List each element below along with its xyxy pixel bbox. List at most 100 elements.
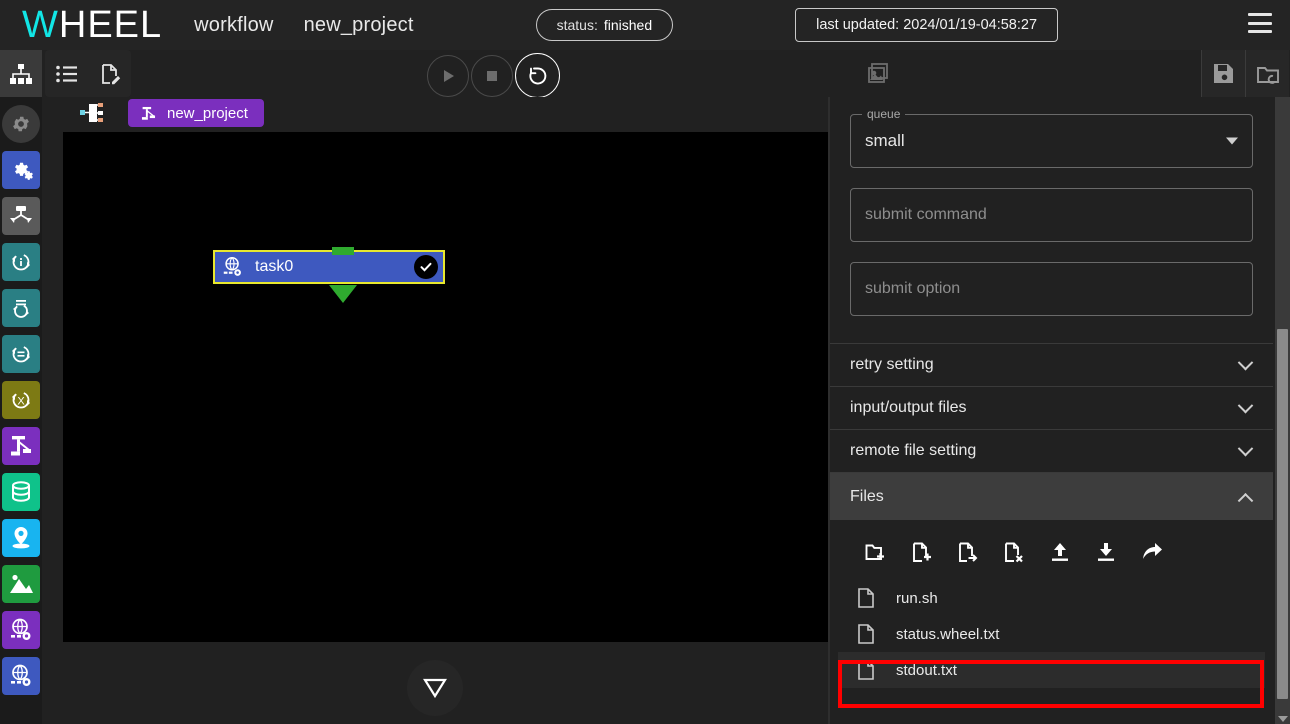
workflow-canvas[interactable]: task0 <box>63 132 828 642</box>
last-updated-box: last updated: 2024/01/19-04:58:27 <box>795 8 1059 42</box>
file-list-item[interactable]: run.sh <box>830 580 1273 616</box>
page-title: workflow <box>194 13 274 36</box>
breadcrumb: new_project <box>42 97 828 129</box>
stop-button[interactable] <box>471 54 513 97</box>
hamburger-menu-icon[interactable] <box>1248 13 1272 33</box>
status-label: status: <box>556 17 598 33</box>
sidebar-item-workflow-graph[interactable] <box>2 427 40 465</box>
secondary-toolbar <box>42 50 1290 98</box>
upload-icon[interactable] <box>1040 532 1080 572</box>
new-file-icon[interactable] <box>902 532 942 572</box>
field-spacer-1 <box>830 168 1273 188</box>
sidebar-item-location-pin[interactable] <box>2 519 40 557</box>
hierarchy-tree-icon[interactable] <box>0 50 42 97</box>
sidebar-item-sync-equals[interactable] <box>2 335 40 373</box>
sidebar-item-cycle-x[interactable]: X <box>2 381 40 419</box>
tab-new-project[interactable]: new_project <box>128 99 264 127</box>
last-updated-text: last updated: 2024/01/19-04:58:27 <box>816 17 1038 33</box>
files-section-body: run.sh status.wheel.txt stdout.txt <box>830 520 1273 688</box>
sidebar-item-double-gear[interactable] <box>2 151 40 189</box>
left-rail: X <box>0 50 42 724</box>
document-edit-icon[interactable] <box>99 63 121 85</box>
section-label: remote file setting <box>850 442 977 459</box>
queue-legend: queue <box>862 107 906 121</box>
submit-option-input[interactable]: submit option <box>850 262 1253 316</box>
node-label: task0 <box>255 258 294 275</box>
globe-gear-icon <box>221 255 245 279</box>
new-folder-icon[interactable] <box>856 532 896 572</box>
section-files[interactable]: Files <box>830 472 1273 520</box>
app-logo: W HEEL <box>22 6 162 44</box>
svg-text:X: X <box>17 396 25 408</box>
queue-value: small <box>865 131 905 150</box>
status-value: finished <box>603 17 653 33</box>
file-actions-group <box>1201 50 1289 97</box>
run-button[interactable] <box>427 54 469 97</box>
sidebar-item-globe-gear-purple[interactable] <box>2 611 40 649</box>
logo-letter-w: W <box>22 4 59 46</box>
delete-file-icon[interactable] <box>994 532 1034 572</box>
section-input-output-files[interactable]: input/output files <box>830 386 1273 429</box>
sidebar-item-gear-disabled[interactable] <box>2 105 40 143</box>
file-icon <box>858 660 874 680</box>
open-folder-icon[interactable] <box>1245 50 1289 97</box>
file-name: run.sh <box>896 589 938 607</box>
scrollbar-thumb[interactable] <box>1277 329 1288 699</box>
file-icon <box>858 624 874 644</box>
graph-area: new_project task0 <box>42 97 828 724</box>
workflow-node-task0[interactable]: task0 <box>213 247 445 303</box>
settings-accordion: retry setting input/output files remote … <box>830 343 1273 688</box>
properties-scrollbar[interactable] <box>1275 97 1290 724</box>
logo-text: HEEL <box>58 4 163 46</box>
submit-command-placeholder: submit command <box>865 206 987 223</box>
gallery-image-icon[interactable] <box>866 61 890 90</box>
chevron-down-icon[interactable] <box>1237 440 1254 456</box>
rename-file-icon[interactable] <box>948 532 988 572</box>
view-mode-group <box>45 50 131 97</box>
sidebar-item-globe-gear-blue[interactable] <box>2 657 40 695</box>
file-name: status.wheel.txt <box>896 625 1000 643</box>
check-circle-icon <box>414 255 438 279</box>
share-icon[interactable] <box>1132 532 1172 572</box>
node-input-port[interactable] <box>332 247 354 255</box>
transport-controls <box>427 53 562 98</box>
section-label: retry setting <box>850 356 934 373</box>
chevron-down-icon[interactable] <box>1237 354 1254 370</box>
node-output-port[interactable] <box>329 285 357 303</box>
sidebar-item-database[interactable] <box>2 473 40 511</box>
chevron-down-icon[interactable] <box>1237 397 1254 413</box>
queue-select[interactable]: queue small <box>850 107 1253 168</box>
section-label: Files <box>850 487 884 505</box>
chevron-up-icon[interactable] <box>1237 492 1254 509</box>
chevron-down-icon[interactable] <box>1226 137 1238 145</box>
file-list-item-selected[interactable]: stdout.txt <box>838 652 1265 688</box>
section-retry-setting[interactable]: retry setting <box>830 343 1273 386</box>
list-view-icon[interactable] <box>55 65 78 83</box>
sidebar-item-info-cycle[interactable] <box>2 243 40 281</box>
top-bar: W HEEL workflow new_project status: finis… <box>0 0 1290 50</box>
download-icon[interactable] <box>1086 532 1126 572</box>
file-name: stdout.txt <box>896 661 957 679</box>
save-disk-icon[interactable] <box>1201 50 1245 97</box>
tab-label: new_project <box>167 104 248 122</box>
properties-content: queue small submit command submit option… <box>830 97 1273 688</box>
sidebar-item-image-mountain[interactable] <box>2 565 40 603</box>
field-spacer-2 <box>830 242 1273 262</box>
file-toolbar <box>830 532 1273 572</box>
project-tree-icon[interactable] <box>80 102 106 124</box>
workflow-graph-icon <box>140 105 157 122</box>
scrollbar-down-arrow[interactable] <box>1278 716 1288 722</box>
section-remote-file-setting[interactable]: remote file setting <box>830 429 1273 472</box>
section-label: input/output files <box>850 399 967 416</box>
file-icon <box>858 588 874 608</box>
file-list: run.sh status.wheel.txt stdout.txt <box>830 580 1273 688</box>
properties-panel: queue small submit command submit option… <box>830 97 1290 724</box>
file-list-item[interactable]: status.wheel.txt <box>830 616 1273 652</box>
sidebar-item-sync-list[interactable] <box>2 289 40 327</box>
submit-command-input[interactable]: submit command <box>850 188 1253 242</box>
submit-option-placeholder: submit option <box>865 280 961 297</box>
reset-button[interactable] <box>515 53 560 98</box>
sidebar-item-expand-arrows[interactable] <box>2 197 40 235</box>
collapse-triangle-icon[interactable] <box>407 660 463 716</box>
rail-icon-list: X <box>2 105 40 695</box>
